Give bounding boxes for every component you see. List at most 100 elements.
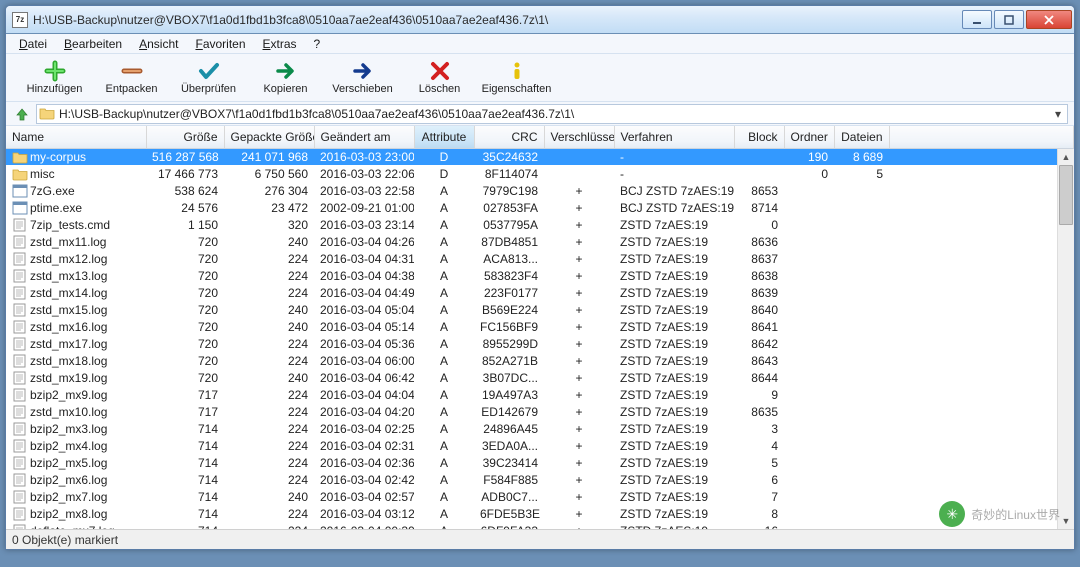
file-icon [12, 456, 28, 470]
table-row[interactable]: zstd_mx15.log7202402016-03-04 05:04AB569… [6, 301, 1074, 318]
folder-icon [12, 150, 28, 164]
menu-view[interactable]: Ansicht [132, 36, 185, 52]
plus-icon [44, 60, 66, 82]
add-button[interactable]: Hinzufügen [16, 58, 93, 97]
x-icon [429, 60, 451, 82]
table-row[interactable]: zstd_mx11.log7202402016-03-04 04:26A87DB… [6, 233, 1074, 250]
properties-button[interactable]: Eigenschaften [478, 58, 555, 97]
menubar: Datei Bearbeiten Ansicht Favoriten Extra… [6, 34, 1074, 54]
minimize-button[interactable] [962, 10, 992, 29]
maximize-button[interactable] [994, 10, 1024, 29]
table-row[interactable]: zstd_mx17.log7202242016-03-04 05:36A8955… [6, 335, 1074, 352]
copy-label: Kopieren [263, 83, 307, 95]
file-list: Name Größe Gepackte Größe Geändert am At… [6, 126, 1074, 529]
file-icon [12, 354, 28, 368]
test-button[interactable]: Überprüfen [170, 58, 247, 97]
table-row[interactable]: my-corpus516 287 568241 071 9682016-03-0… [6, 148, 1074, 165]
titlebar[interactable]: 7z H:\USB-Backup\nutzer@VBOX7\f1a0d1fbd1… [6, 6, 1074, 34]
scroll-up-icon[interactable]: ▲ [1058, 149, 1074, 165]
add-label: Hinzufügen [27, 83, 83, 95]
up-button[interactable] [12, 104, 32, 124]
copy-button[interactable]: Kopieren [247, 58, 324, 97]
file-icon [12, 235, 28, 249]
path-dropdown-icon[interactable]: ▾ [1051, 107, 1065, 121]
move-button[interactable]: Verschieben [324, 58, 401, 97]
path-text: H:\USB-Backup\nutzer@VBOX7\f1a0d1fbd1b3f… [59, 107, 1051, 121]
col-method[interactable]: Verfahren [614, 126, 734, 148]
file-icon [12, 252, 28, 266]
folder-icon [39, 106, 55, 122]
table-row[interactable]: bzip2_mx8.log7142242016-03-04 03:12A6FDE… [6, 505, 1074, 522]
table-row[interactable]: misc17 466 7736 750 5602016-03-03 22:06D… [6, 165, 1074, 182]
extract-button[interactable]: Entpacken [93, 58, 170, 97]
table-row[interactable]: zstd_mx14.log7202242016-03-04 04:49A223F… [6, 284, 1074, 301]
menu-help[interactable]: ? [307, 36, 328, 52]
menu-file[interactable]: Datei [12, 36, 54, 52]
app-icon [12, 184, 28, 198]
test-label: Überprüfen [181, 83, 236, 95]
file-icon [12, 320, 28, 334]
check-icon [198, 60, 220, 82]
file-icon [12, 490, 28, 504]
table-row[interactable]: zstd_mx16.log7202402016-03-04 05:14AFC15… [6, 318, 1074, 335]
table-row[interactable]: zstd_mx13.log7202242016-03-04 04:38A5838… [6, 267, 1074, 284]
extract-label: Entpacken [106, 83, 158, 95]
pathbar: H:\USB-Backup\nutzer@VBOX7\f1a0d1fbd1b3f… [6, 102, 1074, 126]
file-icon [12, 303, 28, 317]
file-icon [12, 405, 28, 419]
column-headers: Name Größe Gepackte Größe Geändert am At… [6, 126, 1074, 148]
table-row[interactable]: zstd_mx12.log7202242016-03-04 04:31AACA8… [6, 250, 1074, 267]
col-filler [889, 126, 1074, 148]
table-row[interactable]: zstd_mx19.log7202402016-03-04 06:42A3B07… [6, 369, 1074, 386]
file-icon [12, 473, 28, 487]
toolbar: Hinzufügen Entpacken Überprüfen Kopieren… [6, 54, 1074, 102]
up-arrow-icon [14, 106, 30, 122]
file-icon [12, 337, 28, 351]
col-encrypted[interactable]: Verschlüsselt [544, 126, 614, 148]
col-files[interactable]: Dateien [834, 126, 889, 148]
table-row[interactable]: bzip2_mx5.log7142242016-03-04 02:36A39C2… [6, 454, 1074, 471]
path-input[interactable]: H:\USB-Backup\nutzer@VBOX7\f1a0d1fbd1b3f… [36, 104, 1068, 124]
file-icon [12, 388, 28, 402]
delete-label: Löschen [419, 83, 461, 95]
table-row[interactable]: bzip2_mx3.log7142242016-03-04 02:25A2489… [6, 420, 1074, 437]
minus-icon [121, 60, 143, 82]
file-icon [12, 371, 28, 385]
col-packed[interactable]: Gepackte Größe [224, 126, 314, 148]
file-icon [12, 286, 28, 300]
menu-favorites[interactable]: Favoriten [188, 36, 252, 52]
app-window: 7z H:\USB-Backup\nutzer@VBOX7\f1a0d1fbd1… [5, 5, 1075, 550]
close-button[interactable] [1026, 10, 1072, 29]
table-row[interactable]: bzip2_mx9.log7172242016-03-04 04:04A19A4… [6, 386, 1074, 403]
menu-extras[interactable]: Extras [256, 36, 304, 52]
col-folders[interactable]: Ordner [784, 126, 834, 148]
table-row[interactable]: zstd_mx10.log7172242016-03-04 04:20AED14… [6, 403, 1074, 420]
table-row[interactable]: bzip2_mx6.log7142242016-03-04 02:42AF584… [6, 471, 1074, 488]
table-row[interactable]: 7zip_tests.cmd1 1503202016-03-03 23:14A0… [6, 216, 1074, 233]
scroll-down-icon[interactable]: ▼ [1058, 513, 1074, 529]
info-icon [506, 60, 528, 82]
file-icon [12, 269, 28, 283]
scroll-thumb[interactable] [1059, 165, 1073, 225]
vertical-scrollbar[interactable]: ▲ ▼ [1057, 149, 1074, 529]
file-icon [12, 524, 28, 530]
table-row[interactable]: deflate_mx7.log7142242016-03-04 00:39A6D… [6, 522, 1074, 529]
col-crc[interactable]: CRC [474, 126, 544, 148]
delete-button[interactable]: Löschen [401, 58, 478, 97]
window-controls [962, 10, 1072, 29]
table-row[interactable]: bzip2_mx7.log7142402016-03-04 02:57AADB0… [6, 488, 1074, 505]
col-modified[interactable]: Geändert am [314, 126, 414, 148]
table-row[interactable]: zstd_mx18.log7202242016-03-04 06:00A852A… [6, 352, 1074, 369]
col-size[interactable]: Größe [146, 126, 224, 148]
window-title: H:\USB-Backup\nutzer@VBOX7\f1a0d1fbd1b3f… [33, 13, 962, 27]
file-icon [12, 422, 28, 436]
table-row[interactable]: 7zG.exe538 624276 3042016-03-03 22:58A79… [6, 182, 1074, 199]
menu-edit[interactable]: Bearbeiten [57, 36, 129, 52]
col-block[interactable]: Block [734, 126, 784, 148]
file-icon [12, 507, 28, 521]
arrow-right-dark-icon [352, 60, 374, 82]
table-row[interactable]: bzip2_mx4.log7142242016-03-04 02:31A3EDA… [6, 437, 1074, 454]
table-row[interactable]: ptime.exe24 57623 4722002-09-21 01:00A02… [6, 199, 1074, 216]
col-attributes[interactable]: Attribute [414, 126, 474, 148]
col-name[interactable]: Name [6, 126, 146, 148]
